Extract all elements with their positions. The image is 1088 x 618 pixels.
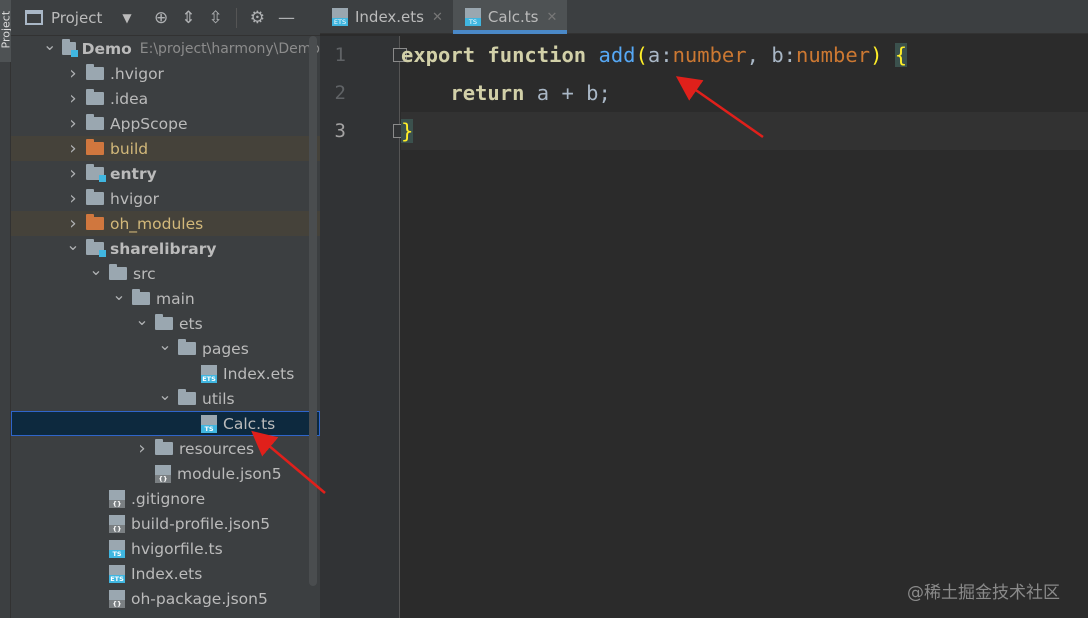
arrow-to-add-function <box>675 76 764 139</box>
annotation-arrows <box>251 76 764 494</box>
arrow-to-calc-file <box>251 430 326 494</box>
